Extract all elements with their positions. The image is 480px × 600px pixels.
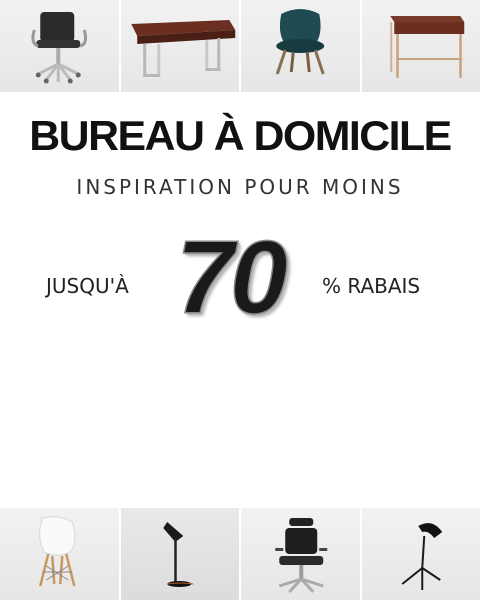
promo-block: JUSQU'À 70 % RABAIS: [0, 221, 480, 338]
product-tile-wood-desk[interactable]: [120, 0, 239, 92]
headline-subtitle: INSPIRATION POUR MOINS: [76, 175, 404, 199]
teal-armchair-icon: [275, 9, 325, 75]
top-product-row: [0, 0, 480, 92]
wood-desk-icon: [130, 20, 235, 77]
promo-prefix: JUSQU'À: [46, 274, 129, 298]
headline-title: BUREAU À DOMICILE: [29, 112, 452, 159]
product-tile-tripod-lamp[interactable]: [361, 508, 480, 600]
office-chair-icon: [31, 12, 88, 84]
product-tile-ergonomic-chair[interactable]: [241, 508, 360, 600]
product-tile-desk-lamp[interactable]: [120, 508, 239, 600]
tripod-lamp-icon: [401, 523, 442, 590]
desk-lamp-icon: [162, 522, 193, 587]
bottom-product-row: [0, 508, 480, 600]
product-tile-console-table[interactable]: [361, 0, 480, 92]
product-tile-white-chair[interactable]: [0, 508, 119, 600]
product-tile-office-chair[interactable]: [0, 0, 119, 92]
ergonomic-chair-icon: [275, 518, 328, 594]
promo-discount-value: 70: [175, 220, 288, 336]
white-chair-icon: [39, 516, 76, 587]
product-tile-teal-armchair[interactable]: [241, 0, 360, 92]
promo-suffix: % RABAIS: [322, 274, 421, 298]
console-table-icon: [389, 16, 464, 78]
